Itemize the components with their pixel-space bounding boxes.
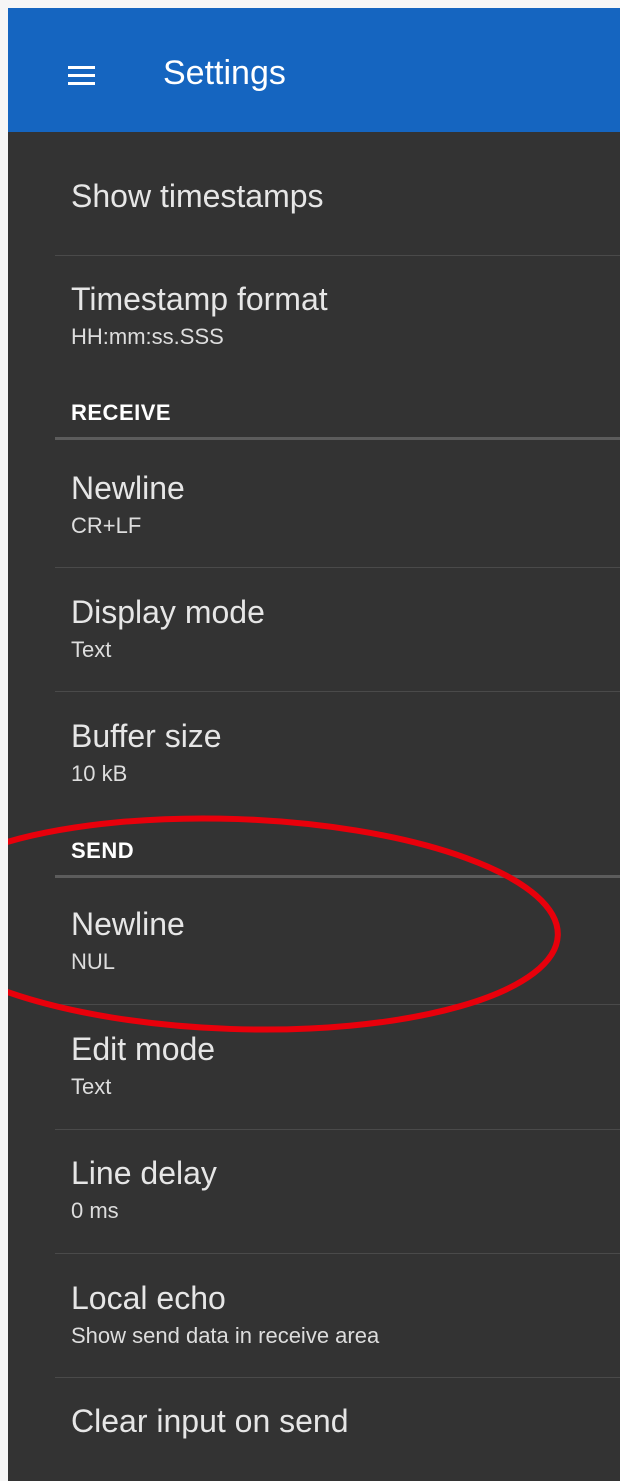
setting-title: Edit mode xyxy=(71,1031,216,1067)
setting-buffer-size[interactable]: Buffer size 10 kB xyxy=(71,716,222,788)
divider xyxy=(55,567,620,568)
divider xyxy=(55,255,620,256)
setting-clear-input-on-send[interactable]: Clear input on send xyxy=(71,1401,349,1441)
setting-title: Clear input on send xyxy=(71,1403,349,1439)
divider xyxy=(55,1129,620,1130)
setting-send-newline[interactable]: Newline NUL xyxy=(71,904,185,976)
setting-title: Timestamp format xyxy=(71,281,328,317)
setting-title: Local echo xyxy=(71,1280,226,1316)
setting-receive-newline[interactable]: Newline CR+LF xyxy=(71,468,185,540)
setting-summary: HH:mm:ss.SSS xyxy=(71,324,224,349)
setting-title: Buffer size xyxy=(71,718,222,754)
setting-summary: 0 ms xyxy=(71,1198,119,1223)
divider xyxy=(55,1004,620,1005)
category-send-header: SEND xyxy=(71,838,135,863)
setting-line-delay[interactable]: Line delay 0 ms xyxy=(71,1153,217,1225)
setting-title: Display mode xyxy=(71,594,265,630)
setting-local-echo[interactable]: Local echo Show send data in receive are… xyxy=(71,1278,379,1350)
setting-show-timestamps[interactable]: Show timestamps xyxy=(71,176,324,216)
divider xyxy=(55,1377,620,1378)
setting-title: Newline xyxy=(71,470,185,506)
settings-screen: Settings Show timestamps Timestamp forma… xyxy=(8,8,620,1481)
hamburger-menu-icon[interactable] xyxy=(65,64,99,88)
setting-edit-mode[interactable]: Edit mode Text xyxy=(71,1029,215,1101)
page-title: Settings xyxy=(163,54,286,92)
setting-summary: Show send data in receive area xyxy=(71,1323,380,1348)
divider xyxy=(55,1253,620,1254)
category-divider xyxy=(55,437,620,440)
setting-title: Newline xyxy=(71,906,185,942)
setting-title: Line delay xyxy=(71,1155,217,1191)
setting-summary: CR+LF xyxy=(71,513,142,538)
category-receive-header: RECEIVE xyxy=(71,400,172,425)
setting-timestamp-format[interactable]: Timestamp format HH:mm:ss.SSS xyxy=(71,279,328,351)
setting-title: Show timestamps xyxy=(71,178,324,214)
app-bar: Settings xyxy=(8,8,620,132)
setting-summary: Text xyxy=(71,1074,112,1099)
setting-summary: NUL xyxy=(71,949,116,974)
divider xyxy=(55,691,620,692)
category-divider xyxy=(55,875,620,878)
setting-summary: Text xyxy=(71,637,112,662)
setting-display-mode[interactable]: Display mode Text xyxy=(71,592,265,664)
setting-summary: 10 kB xyxy=(71,761,128,786)
